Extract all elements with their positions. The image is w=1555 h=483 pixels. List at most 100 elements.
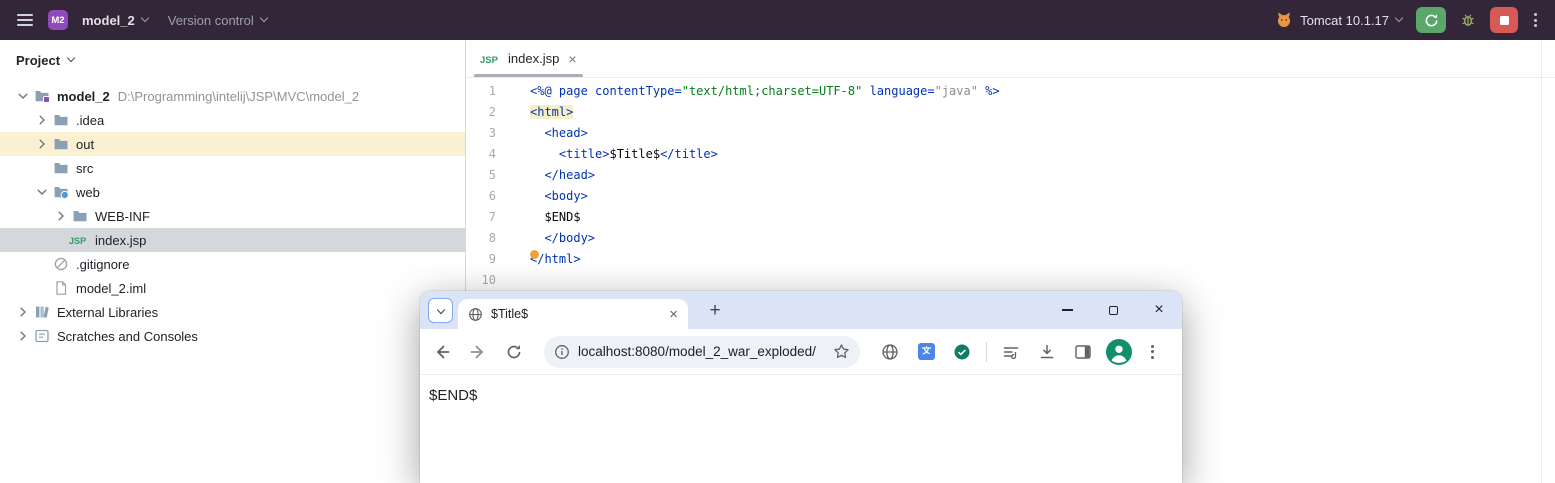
code-line-10[interactable]: 10 xyxy=(466,270,1555,291)
code-line-content: <%@ page contentType="text/html;charset=… xyxy=(530,84,1000,98)
chevron-right-icon[interactable] xyxy=(14,328,31,344)
code-line-content: <html> xyxy=(530,105,574,119)
maximize-button[interactable] xyxy=(1090,291,1136,329)
extension-button[interactable] xyxy=(944,334,980,370)
external-libraries-icon xyxy=(31,304,52,320)
restart-icon xyxy=(1424,13,1439,28)
titlebar-left-group: M2 model_2 Version control xyxy=(10,6,273,34)
chevron-down-icon xyxy=(66,53,76,63)
url-text: localhost:8080/model_2_war_exploded/ xyxy=(578,344,816,359)
tree-item-index-jsp[interactable]: JSP index.jsp xyxy=(0,228,465,252)
reload-button[interactable] xyxy=(496,334,532,370)
avatar-icon xyxy=(1106,338,1132,365)
extension-icon xyxy=(953,343,971,361)
chevron-right-icon[interactable] xyxy=(14,304,31,320)
inline-hint-dot-icon xyxy=(530,250,539,259)
profile-avatar[interactable] xyxy=(1101,334,1137,370)
project-icon-badge[interactable]: M2 xyxy=(48,10,68,30)
folder-icon xyxy=(69,208,90,224)
code-line-5[interactable]: 5 </head> xyxy=(466,165,1555,186)
debug-button[interactable] xyxy=(1454,7,1482,33)
tree-item-model-2-iml[interactable]: model_2.iml xyxy=(0,276,465,300)
toolbar-separator xyxy=(986,341,987,362)
tree-item-external-libraries[interactable]: External Libraries xyxy=(0,300,465,324)
chevron-right-icon[interactable] xyxy=(33,112,50,128)
translate-icon xyxy=(917,342,936,361)
editor-tab-index-jsp[interactable]: JSP index.jsp × xyxy=(470,40,587,77)
code-line-8[interactable]: 8 </body> xyxy=(466,228,1555,249)
forward-arrow-icon xyxy=(468,342,488,362)
browser-tab-title: $Title$ xyxy=(491,307,529,321)
close-button[interactable]: × xyxy=(1136,291,1182,329)
tree-item-out[interactable]: out xyxy=(0,132,465,156)
code-line-4[interactable]: 4 <title>$Title$</title> xyxy=(466,144,1555,165)
project-tree: model_2 D:\Programming\intelij\JSP\MVC\mo… xyxy=(0,80,465,348)
page-text: $END$ xyxy=(429,387,478,404)
project-selector[interactable]: model_2 xyxy=(76,9,154,32)
code-line-1[interactable]: 1 <%@ page contentType="text/html;charset… xyxy=(466,81,1555,102)
side-panel-icon xyxy=(1074,343,1092,361)
browser-menu-icon[interactable] xyxy=(1137,337,1168,367)
chevron-down-icon[interactable] xyxy=(33,184,50,200)
tree-item-src[interactable]: src xyxy=(0,156,465,180)
tree-item-scratches-and-consoles[interactable]: Scratches and Consoles xyxy=(0,324,465,348)
stop-square-icon xyxy=(1499,15,1509,25)
version-control-menu[interactable]: Version control xyxy=(162,9,273,32)
run-config-label: Tomcat 10.1.17 xyxy=(1300,12,1389,28)
bookmark-star-icon[interactable] xyxy=(833,343,850,360)
browser-tabstrip: $Title$ × + × xyxy=(420,291,1182,329)
chevron-down-icon[interactable] xyxy=(14,88,31,104)
code-line-3[interactable]: 3 <head> xyxy=(466,123,1555,144)
stop-button[interactable] xyxy=(1490,7,1518,33)
tab-close-icon[interactable]: × xyxy=(669,307,678,322)
tree-item--idea[interactable]: .idea xyxy=(0,108,465,132)
playlist-button[interactable] xyxy=(993,334,1029,370)
code-line-9[interactable]: 9 </html> xyxy=(466,249,1555,270)
chevron-right-icon[interactable] xyxy=(52,208,69,224)
tree-item-label: web xyxy=(76,184,100,200)
project-folder-icon xyxy=(31,88,52,104)
tomcat-icon xyxy=(1275,11,1293,29)
forward-button[interactable] xyxy=(460,334,496,370)
project-panel-header[interactable]: Project xyxy=(0,40,465,80)
main-menu-icon[interactable] xyxy=(10,6,40,34)
tree-item-label: External Libraries xyxy=(57,304,159,320)
ide-titlebar: M2 model_2 Version control Tomcat 10.1.1… xyxy=(0,0,1555,40)
site-info-icon[interactable] xyxy=(554,344,570,360)
code-line-7[interactable]: 7 $END$ xyxy=(466,207,1555,228)
tree-item--gitignore[interactable]: .gitignore xyxy=(0,252,465,276)
jsp-file-icon: JSP xyxy=(480,53,502,65)
new-tab-button[interactable]: + xyxy=(702,297,728,323)
side-panel-button[interactable] xyxy=(1065,334,1101,370)
minimize-button[interactable] xyxy=(1044,291,1090,329)
browser-page: $END$ xyxy=(420,375,1182,483)
more-actions-icon[interactable] xyxy=(1526,7,1545,33)
code-editor[interactable]: 1 <%@ page contentType="text/html;charset… xyxy=(466,78,1555,291)
code-line-content: <head> xyxy=(544,126,588,140)
window-controls: × xyxy=(1044,291,1182,329)
version-control-label: Version control xyxy=(167,12,254,28)
editor-right-edge xyxy=(1541,40,1542,483)
code-line-2[interactable]: 2 <html> xyxy=(466,102,1555,123)
address-bar[interactable]: localhost:8080/model_2_war_exploded/ xyxy=(544,335,860,368)
tree-item-label: WEB-INF xyxy=(95,208,150,224)
globe-toolbar-button[interactable] xyxy=(872,334,908,370)
tree-item-web-inf[interactable]: WEB-INF xyxy=(0,204,465,228)
downloads-button[interactable] xyxy=(1029,334,1065,370)
ignored-file-icon xyxy=(50,256,71,272)
tab-close-icon[interactable]: × xyxy=(568,52,576,66)
tree-item-model-2[interactable]: model_2 D:\Programming\intelij\JSP\MVC\mo… xyxy=(0,84,465,108)
editor-tabbar: JSP index.jsp × xyxy=(466,40,1555,78)
rerun-button[interactable] xyxy=(1416,7,1446,33)
translate-button[interactable] xyxy=(908,334,944,370)
browser-tab[interactable]: $Title$ × xyxy=(458,299,688,329)
tree-item-web[interactable]: web xyxy=(0,180,465,204)
code-line-content xyxy=(496,270,530,291)
run-configuration-selector[interactable]: Tomcat 10.1.17 xyxy=(1269,7,1408,33)
code-line-6[interactable]: 6 <body> xyxy=(466,186,1555,207)
back-button[interactable] xyxy=(424,334,460,370)
tab-search-button[interactable] xyxy=(428,298,453,323)
chevron-right-icon[interactable] xyxy=(33,136,50,152)
